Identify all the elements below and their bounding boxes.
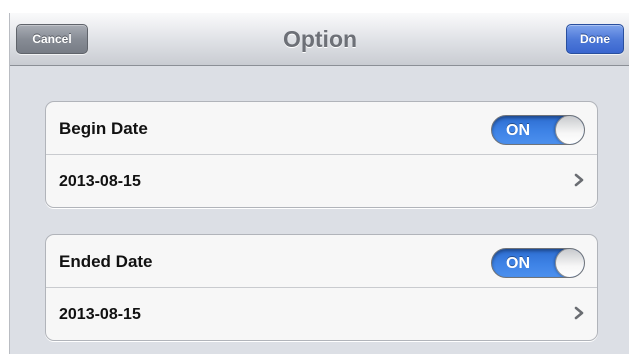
begin-date-label: Begin Date xyxy=(59,119,148,138)
toggle-state-text: ON xyxy=(506,255,530,272)
chevron-right-icon xyxy=(574,306,584,320)
ended-date-value-row[interactable]: 2013-08-15 xyxy=(46,288,597,341)
option-panel: Cancel Option Done Begin Date ON 2013-08… xyxy=(9,13,629,354)
ended-date-group: Ended Date ON 2013-08-15 xyxy=(45,234,598,341)
toggle-knob xyxy=(555,116,584,144)
begin-date-group: Begin Date ON 2013-08-15 xyxy=(45,101,598,208)
begin-date-value: 2013-08-15 xyxy=(59,173,141,190)
chevron-right-icon xyxy=(574,173,584,187)
begin-date-value-row[interactable]: 2013-08-15 xyxy=(46,155,597,208)
ended-date-value: 2013-08-15 xyxy=(59,306,141,323)
begin-date-toggle-row: Begin Date ON xyxy=(46,102,597,155)
page-title: Option xyxy=(282,26,358,52)
ended-date-toggle-row: Ended Date ON xyxy=(46,235,597,288)
done-button[interactable]: Done xyxy=(566,24,624,54)
ended-date-label: Ended Date xyxy=(59,252,153,271)
ended-date-toggle[interactable]: ON xyxy=(491,248,585,278)
toggle-knob xyxy=(555,249,584,277)
navigation-bar: Cancel Option Done xyxy=(10,13,629,66)
begin-date-toggle[interactable]: ON xyxy=(491,115,585,145)
toggle-state-text: ON xyxy=(506,122,530,139)
